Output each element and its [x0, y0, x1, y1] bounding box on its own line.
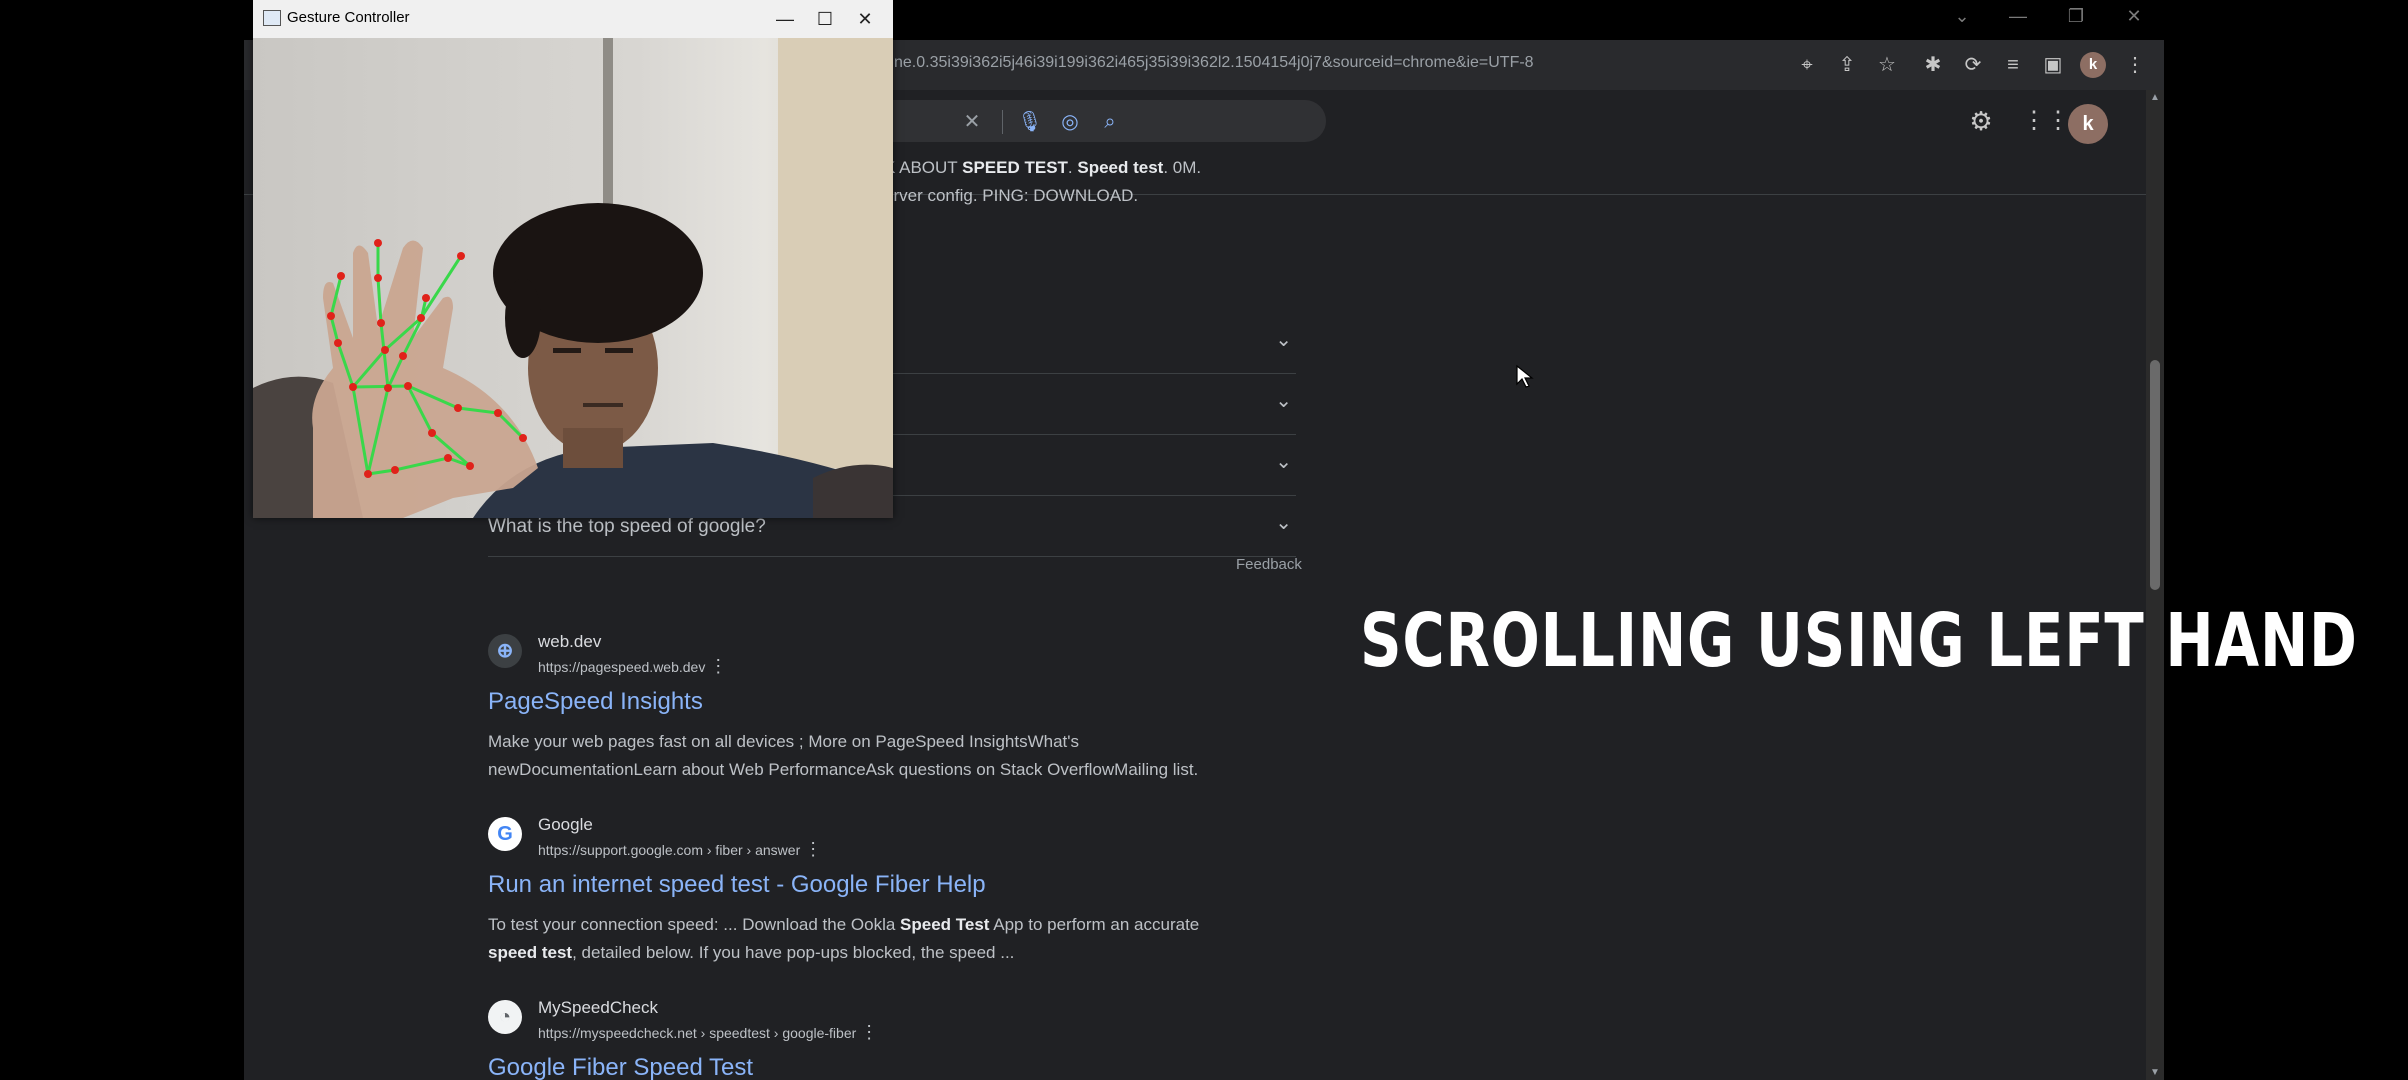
result-snippet: To test your connection speed: ... Downl… — [488, 911, 1199, 967]
site-url[interactable]: https://pagespeed.web.dev ⋮ — [538, 656, 727, 677]
result-title-link[interactable]: Run an internet speed test - Google Fibe… — [488, 871, 986, 899]
site-url[interactable]: https://support.google.com › fiber › ans… — [538, 839, 822, 860]
webcam-feed — [253, 38, 893, 518]
gesture-controller-window: Gesture Controller — ☐ ✕ — [253, 0, 893, 518]
chevron-down-icon: ⌄ — [1275, 329, 1292, 351]
site-name: Google — [538, 815, 593, 834]
faq-question: What is the top speed of google? — [488, 516, 766, 537]
more-menu-icon[interactable]: ⋮ — [2120, 50, 2150, 80]
restore-icon[interactable]: ❐ — [2056, 6, 2096, 27]
site-name: web.dev — [538, 632, 602, 651]
minimize-icon[interactable]: — — [1998, 6, 2038, 27]
side-panel-icon[interactable]: ▣ — [2038, 50, 2068, 80]
reading-list-icon[interactable]: ≡ — [1998, 50, 2028, 80]
settings-gear-icon[interactable]: ⚙ — [1966, 106, 1996, 136]
apps-grid-icon[interactable]: ⋮⋮ — [2022, 106, 2070, 136]
google-logo-icon: G — [488, 817, 522, 851]
search-icon[interactable]: ⌕ — [1096, 108, 1124, 136]
scroll-down-icon[interactable]: ▼ — [2150, 1067, 2160, 1078]
app-icon — [263, 10, 281, 26]
share-icon[interactable]: ⇪ — [1832, 50, 1862, 80]
webcam-image — [253, 38, 893, 518]
profile-avatar[interactable]: k — [2080, 52, 2106, 78]
minimize-button[interactable]: — — [765, 6, 805, 32]
speedometer-icon: ◔ — [488, 1000, 522, 1034]
close-button[interactable]: ✕ — [845, 6, 885, 32]
mouse-cursor-icon — [1516, 364, 1534, 388]
search-result: ⊕ web.dev https://pagespeed.web.dev ⋮ Pa… — [488, 632, 1388, 812]
page-scrollbar[interactable]: ▲ ▼ — [2146, 90, 2164, 1080]
snippet-line: Make your web pages fast on all devices … — [488, 732, 1080, 751]
clear-icon[interactable]: ✕ — [958, 108, 986, 136]
extensions-icon[interactable]: ✱ — [1918, 50, 1948, 80]
chevron-down-icon: ⌄ — [1275, 451, 1292, 473]
chevron-down-icon[interactable]: ⌄ — [1942, 6, 1982, 27]
result-title-link[interactable]: Google Fiber Speed Test — [488, 1054, 753, 1080]
sync-icon[interactable]: ⟳ — [1958, 50, 1988, 80]
feedback-link[interactable]: Feedback — [1236, 556, 1302, 573]
bookmark-star-icon[interactable]: ☆ — [1872, 50, 1902, 80]
result-snippet: Make your web pages fast on all devices … — [488, 728, 1198, 784]
more-options-icon[interactable]: ⋮ — [860, 1022, 878, 1042]
search-result: G Google https://support.google.com › fi… — [488, 815, 1388, 995]
result-title-link[interactable]: PageSpeed Insights — [488, 688, 703, 716]
chevron-down-icon: ⌄ — [1275, 512, 1292, 534]
more-options-icon[interactable]: ⋮ — [709, 656, 727, 676]
microphone-icon[interactable]: 🎙 — [1016, 108, 1044, 136]
top-snippet-line2: erver config. PING: DOWNLOAD. — [884, 186, 1139, 205]
maximize-button[interactable]: ☐ — [805, 6, 845, 32]
search-input[interactable]: ✕ 🎙 ◎ ⌕ — [844, 100, 1326, 142]
divider — [1002, 110, 1003, 134]
top-snippet-line1: K ABOUT SPEED TEST. Speed test. 0M. — [884, 158, 1202, 177]
globe-icon: ⊕ — [488, 634, 522, 668]
snippet-line: speed test, detailed below. If you have … — [488, 943, 1015, 962]
snippet-line: newDocumentationLearn about Web Performa… — [488, 760, 1199, 779]
snippet-line: To test your connection speed: ... Downl… — [488, 915, 1200, 934]
location-icon[interactable]: ⌖ — [1792, 50, 1822, 80]
scroll-up-icon[interactable]: ▲ — [2150, 92, 2160, 103]
more-options-icon[interactable]: ⋮ — [804, 839, 822, 859]
overlay-caption: SCROLLING USING LEFT HAND — [1360, 598, 2358, 684]
site-url[interactable]: https://myspeedcheck.net › speedtest › g… — [538, 1022, 878, 1043]
search-result: ◔ MySpeedCheck https://myspeedcheck.net … — [488, 998, 1388, 1080]
lens-icon[interactable]: ◎ — [1056, 108, 1084, 136]
url-text[interactable]: ne.0.35i39i362i5j46i39i199i362i465j35i39… — [894, 54, 1534, 72]
close-icon[interactable]: ✕ — [2114, 6, 2154, 27]
window-title: Gesture Controller — [287, 9, 410, 26]
scroll-thumb[interactable] — [2150, 360, 2160, 590]
site-name: MySpeedCheck — [538, 998, 659, 1017]
chevron-down-icon: ⌄ — [1275, 390, 1292, 412]
account-avatar[interactable]: k — [2068, 104, 2108, 144]
